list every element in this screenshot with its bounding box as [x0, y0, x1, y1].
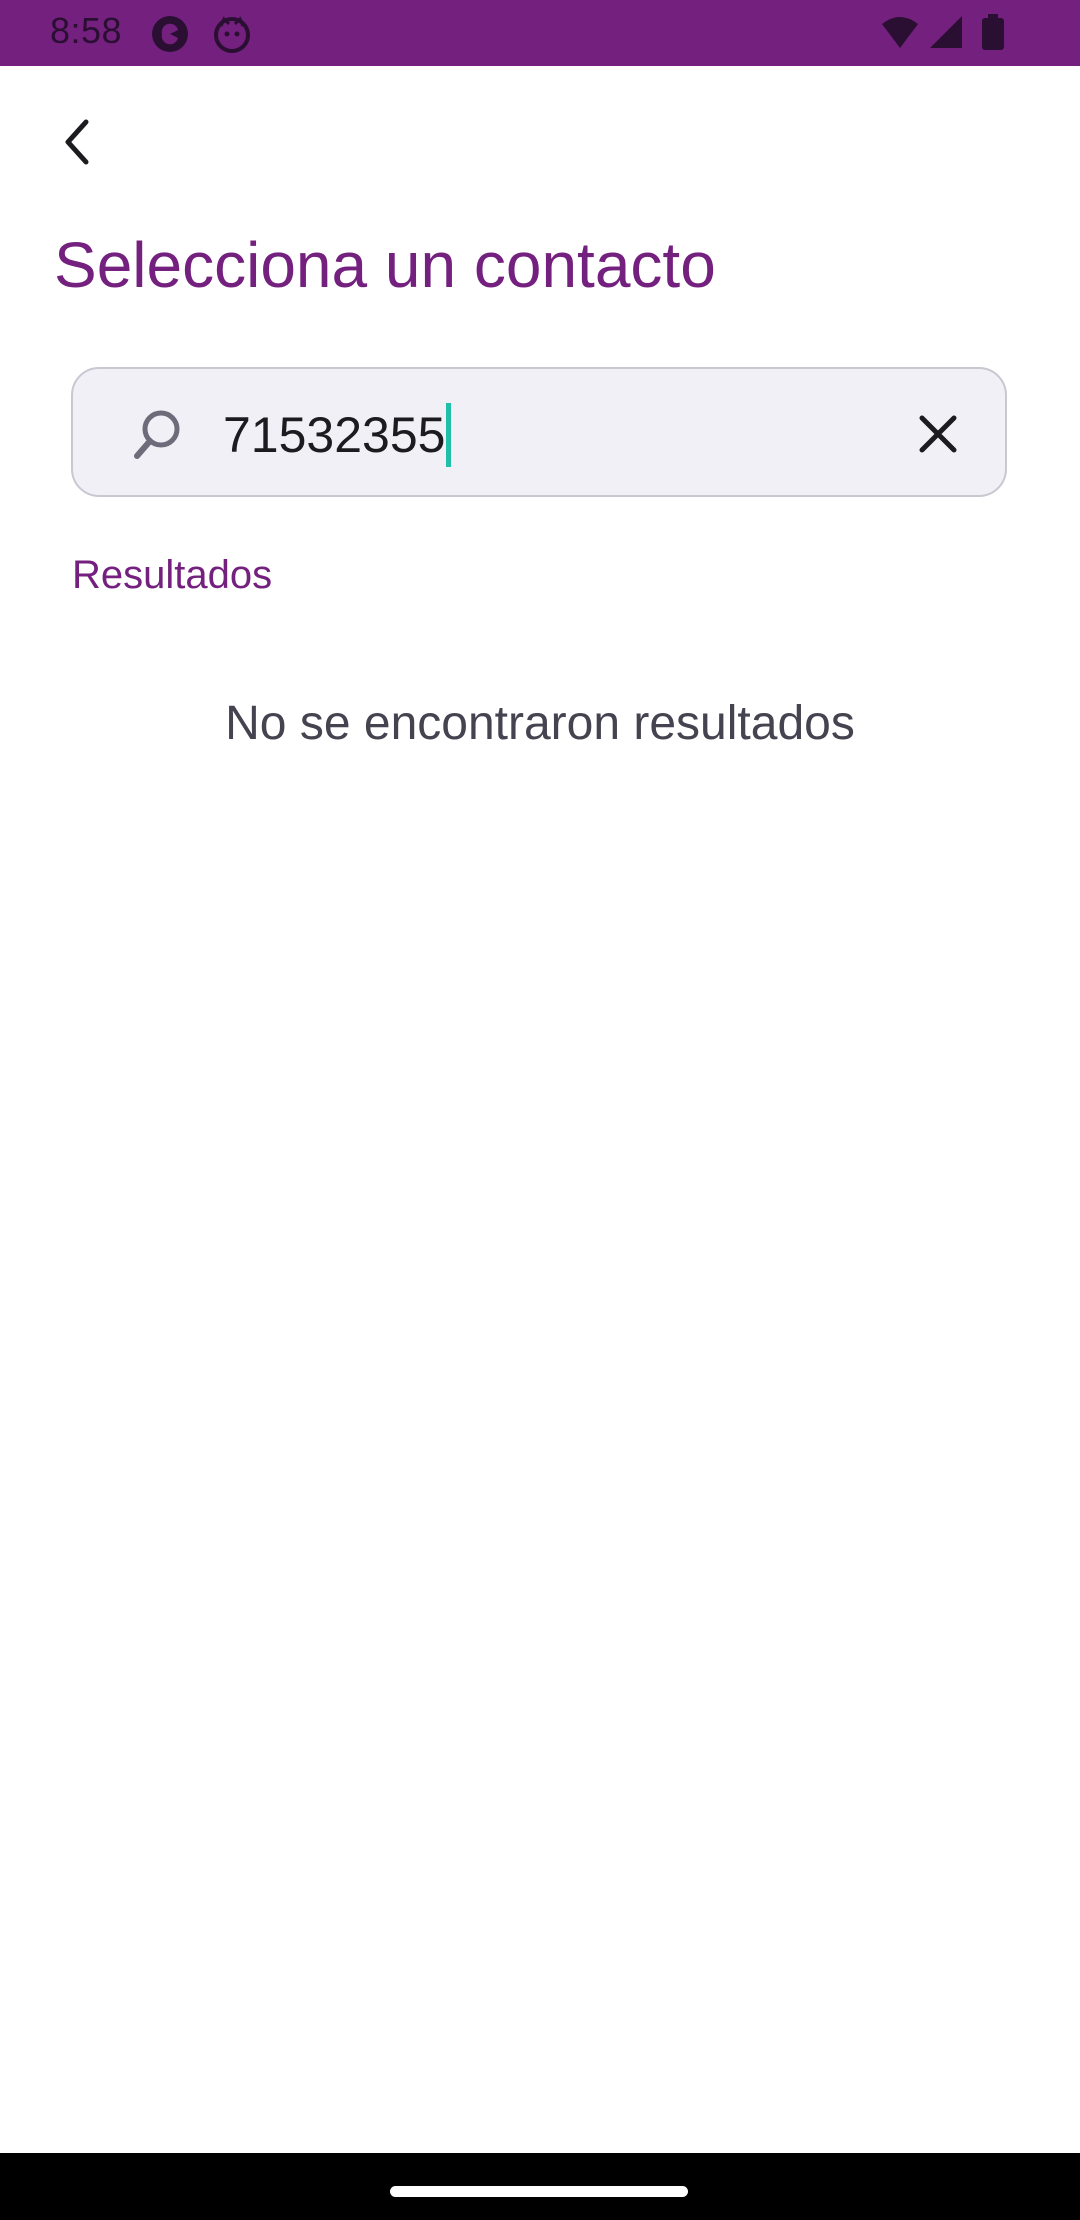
signal-icon — [930, 16, 962, 48]
app-notification-icon — [152, 16, 188, 52]
home-gesture-handle[interactable] — [390, 2186, 688, 2197]
back-button[interactable] — [40, 104, 116, 180]
search-input[interactable]: 71532355 — [223, 403, 452, 467]
close-icon — [919, 415, 957, 453]
contact-picker-screen: 8:58 Selecciona un contacto 71532355 Res… — [0, 0, 1080, 2220]
chevron-left-icon — [65, 119, 89, 165]
cat-notification-icon — [214, 16, 250, 53]
clear-search-button[interactable] — [900, 396, 976, 472]
empty-results-message: No se encontraron resultados — [225, 697, 855, 750]
search-input-value: 71532355 — [223, 407, 446, 463]
status-bar: 8:58 — [0, 0, 1080, 66]
page-title: Selecciona un contacto — [54, 229, 716, 301]
text-caret — [446, 403, 452, 467]
results-label: Resultados — [72, 553, 273, 597]
battery-icon — [982, 14, 1004, 50]
search-icon — [134, 410, 180, 459]
search-field[interactable]: 71532355 — [71, 367, 1007, 497]
wifi-icon — [882, 17, 918, 48]
status-time: 8:58 — [50, 10, 123, 51]
